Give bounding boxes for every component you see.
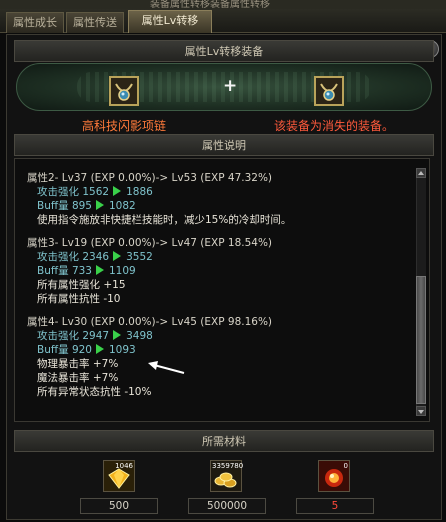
attribute-note: 所有属性抗性 -10 (37, 293, 121, 305)
stat-to: 3552 (126, 251, 153, 263)
materials-section-title: 所需材料 (202, 435, 246, 448)
material-slot-orb[interactable]: 0 (318, 460, 350, 492)
materials-section-header: 所需材料 (14, 430, 434, 452)
tab-attribute-lv-transfer[interactable]: 属性Lv转移 (128, 10, 212, 33)
transfer-section-header: 属性Lv转移装备 (14, 40, 434, 62)
plus-icon: + (223, 76, 238, 96)
material-required-qty: 500000 (188, 498, 266, 514)
stat-to: 1109 (108, 265, 136, 277)
necklace-icon (111, 78, 137, 104)
necklace-icon (316, 78, 342, 104)
target-item-slot[interactable] (314, 76, 344, 106)
attribute-group-title: 属性3- Lv19 (EXP 0.00%)-> Lv47 (EXP 18.54%… (27, 237, 273, 249)
stat-from: 895 (71, 200, 92, 212)
scroll-up-button[interactable] (416, 168, 426, 178)
material-slot-crystal[interactable]: 1046 (103, 460, 135, 492)
stat-label: 攻击强化 (37, 330, 79, 342)
arrow-right-icon (113, 251, 122, 261)
scrollbar-thumb[interactable] (416, 276, 426, 404)
stat-row: 攻击强化 1562 1886 (27, 185, 417, 199)
window-title-strip: 装备属性转移装备属性转移 (0, 0, 446, 9)
tab-bar: 属性成长 属性传送 属性Lv转移 (0, 9, 446, 33)
arrow-right-icon (95, 200, 104, 210)
material-slot-coins[interactable]: 3359780 (210, 460, 244, 492)
stat-to: 1082 (108, 200, 136, 212)
attributes-text: 属性2- Lv37 (EXP 0.00%)-> Lv53 (EXP 47.32%… (27, 171, 417, 399)
stat-from: 2947 (82, 330, 110, 342)
material-stock-count: 3359780 (212, 462, 244, 470)
stat-from: 2346 (82, 251, 110, 263)
stat-to: 1886 (126, 186, 153, 198)
stat-to: 1093 (108, 344, 136, 356)
stat-from: 920 (71, 344, 92, 356)
source-item-name: 高科技闪影项链 (82, 119, 167, 133)
target-item-warning: 该装备为消失的装备。 (274, 119, 395, 133)
attributes-panel: 属性2- Lv37 (EXP 0.00%)-> Lv53 (EXP 47.32%… (14, 158, 430, 422)
tab-attribute-growth[interactable]: 属性成长 (6, 12, 64, 33)
material-stock-count: 0 (343, 462, 348, 470)
stat-row: Buff量 920 1093 (27, 343, 417, 357)
material-required-qty: 5 (296, 498, 374, 514)
attribute-note: 使用指令施放非快捷栏技能时，减少15%的冷却时间。 (37, 214, 292, 226)
tab-attribute-transfer[interactable]: 属性传送 (66, 12, 124, 33)
stat-row: 攻击强化 2346 3552 (27, 250, 417, 264)
stat-to: 3498 (126, 330, 153, 342)
stat-from: 733 (71, 265, 92, 277)
transfer-section-title: 属性Lv转移装备 (184, 45, 264, 58)
attribute-group-title: 属性4- Lv30 (EXP 0.00%)-> Lv45 (EXP 98.16%… (27, 316, 273, 328)
stat-row: Buff量 733 1109 (27, 264, 417, 278)
arrow-right-icon (95, 344, 104, 354)
pointer-arrow-icon (148, 361, 185, 374)
stat-label: 攻击强化 (37, 251, 79, 263)
stat-label: Buff量 (37, 265, 69, 277)
stat-label: Buff量 (37, 200, 69, 212)
attributes-section-title: 属性说明 (202, 139, 246, 152)
stat-label: 攻击强化 (37, 186, 79, 198)
attribute-group-title: 属性2- Lv37 (EXP 0.00%)-> Lv53 (EXP 47.32%… (27, 172, 273, 184)
material-required-qty: 500 (80, 498, 158, 514)
window-title: 装备属性转移装备属性转移 (150, 0, 270, 9)
arrow-right-icon (113, 330, 122, 340)
stat-row: Buff量 895 1082 (27, 199, 417, 213)
attributes-section-header: 属性说明 (14, 134, 434, 156)
arrow-right-icon (113, 186, 122, 196)
source-item-slot[interactable] (109, 76, 139, 106)
stat-label: Buff量 (37, 344, 69, 356)
attribute-note: 魔法暴击率 +7% (37, 372, 119, 384)
arrow-right-icon (95, 265, 104, 275)
attribute-note: 物理暴击率 +7% (37, 358, 119, 370)
material-stock-count: 1046 (115, 462, 133, 470)
stat-row: 攻击强化 2947 3498 (27, 329, 417, 343)
scroll-down-button[interactable] (416, 406, 426, 416)
attribute-note: 所有异常状态抗性 -10% (37, 386, 152, 398)
stat-from: 1562 (82, 186, 110, 198)
attribute-note: 所有属性强化 +15 (37, 279, 126, 291)
